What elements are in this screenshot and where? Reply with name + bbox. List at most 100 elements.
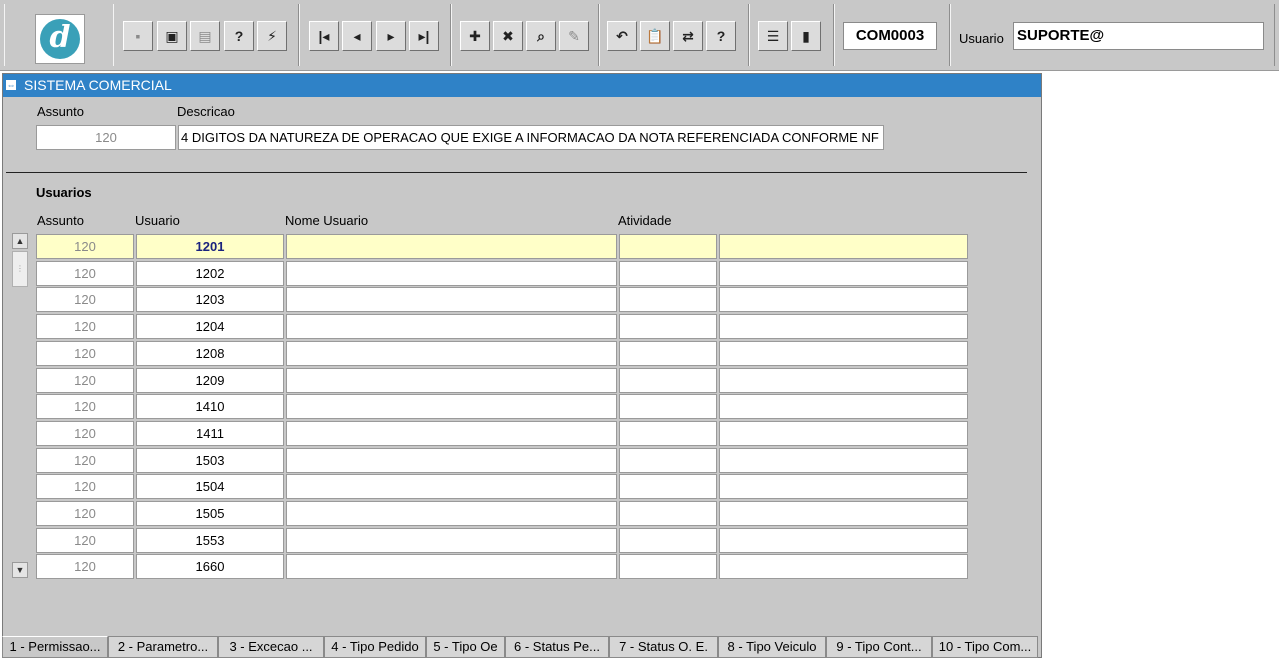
assunto-field[interactable]: 120 — [36, 125, 176, 150]
cell-nome-usuario[interactable] — [286, 367, 617, 393]
cell-atividade[interactable] — [619, 420, 717, 446]
user-field[interactable]: SUPORTE@ — [1013, 22, 1264, 50]
cell-usuario[interactable]: 1505 — [136, 501, 284, 526]
tab-10[interactable]: 10 - Tipo Com... — [932, 636, 1038, 658]
cell-usuario[interactable]: 1660 — [136, 554, 284, 580]
clipboard-button[interactable]: 📋 — [640, 21, 670, 51]
cell-assunto[interactable]: 120 — [36, 474, 134, 500]
cell-extra[interactable] — [719, 554, 968, 580]
cell-nome-usuario[interactable] — [286, 394, 617, 420]
cell-nome-usuario[interactable] — [286, 314, 617, 340]
cell-extra[interactable] — [719, 234, 968, 259]
undo-button[interactable]: ↶ — [607, 21, 637, 51]
cell-usuario[interactable]: 1203 — [136, 287, 284, 313]
window-button[interactable]: ▣ — [157, 21, 187, 51]
cell-extra[interactable] — [719, 287, 968, 313]
save-button[interactable]: ▪ — [123, 21, 153, 51]
tab-6[interactable]: 6 - Status Pe... — [505, 636, 609, 658]
help-button[interactable]: ? — [706, 21, 736, 51]
cell-usuario[interactable]: 1410 — [136, 394, 284, 420]
print-button[interactable]: ▤ — [190, 21, 220, 51]
cell-usuario[interactable]: 1204 — [136, 314, 284, 340]
window-menu-icon[interactable]: ⇔ — [6, 80, 16, 90]
cell-assunto[interactable]: 120 — [36, 420, 134, 446]
delete-record-button[interactable]: ✖ — [493, 21, 523, 51]
cell-extra[interactable] — [719, 447, 968, 473]
cell-extra[interactable] — [719, 474, 968, 500]
cell-assunto[interactable]: 120 — [36, 554, 134, 580]
cell-usuario[interactable]: 1201 — [136, 234, 284, 259]
cell-usuario[interactable]: 1202 — [136, 260, 284, 286]
cell-assunto[interactable]: 120 — [36, 340, 134, 366]
cell-usuario[interactable]: 1503 — [136, 447, 284, 473]
cell-assunto[interactable]: 120 — [36, 394, 134, 420]
cell-atividade[interactable] — [619, 554, 717, 580]
cell-atividade[interactable] — [619, 394, 717, 420]
scroll-thumb[interactable]: ⋮ — [12, 251, 28, 287]
cell-atividade[interactable] — [619, 447, 717, 473]
cell-assunto[interactable]: 120 — [36, 367, 134, 393]
cell-assunto[interactable]: 120 — [36, 234, 134, 259]
cell-assunto[interactable]: 120 — [36, 501, 134, 526]
cell-nome-usuario[interactable] — [286, 420, 617, 446]
tab-2[interactable]: 2 - Parametro... — [108, 636, 218, 658]
cell-usuario[interactable]: 1209 — [136, 367, 284, 393]
cell-assunto[interactable]: 120 — [36, 447, 134, 473]
first-record-button[interactable]: |◂ — [309, 21, 339, 51]
rows-scrollbar[interactable]: ▲ ⋮ ▼ — [12, 233, 28, 578]
cell-atividade[interactable] — [619, 314, 717, 340]
cell-extra[interactable] — [719, 340, 968, 366]
tab-4[interactable]: 4 - Tipo Pedido — [324, 636, 426, 658]
cell-usuario[interactable]: 1553 — [136, 527, 284, 553]
insert-record-button[interactable]: ✚ — [460, 21, 490, 51]
last-record-button[interactable]: ▸| — [409, 21, 439, 51]
cell-extra[interactable] — [719, 260, 968, 286]
next-record-button[interactable]: ▸ — [376, 21, 406, 51]
cell-usuario[interactable]: 1411 — [136, 420, 284, 446]
query-button[interactable]: ⌕ — [526, 21, 556, 51]
cell-atividade[interactable] — [619, 260, 717, 286]
exit-button[interactable]: ▮ — [791, 21, 821, 51]
cell-extra[interactable] — [719, 420, 968, 446]
tab-3[interactable]: 3 - Excecao ... — [218, 636, 324, 658]
cell-nome-usuario[interactable] — [286, 474, 617, 500]
tab-5[interactable]: 5 - Tipo Oe — [426, 636, 505, 658]
cell-extra[interactable] — [719, 527, 968, 553]
cell-extra[interactable] — [719, 394, 968, 420]
tab-9[interactable]: 9 - Tipo Cont... — [826, 636, 932, 658]
tab-7[interactable]: 7 - Status O. E. — [609, 636, 718, 658]
clear-button[interactable]: ✎ — [559, 21, 589, 51]
switch-button[interactable]: ⇄ — [673, 21, 703, 51]
cell-nome-usuario[interactable] — [286, 260, 617, 286]
cell-extra[interactable] — [719, 314, 968, 340]
cell-atividade[interactable] — [619, 287, 717, 313]
cell-assunto[interactable]: 120 — [36, 527, 134, 553]
tab-8[interactable]: 8 - Tipo Veiculo — [718, 636, 826, 658]
cell-usuario[interactable]: 1208 — [136, 340, 284, 366]
cell-atividade[interactable] — [619, 234, 717, 259]
scroll-up-icon[interactable]: ▲ — [12, 233, 28, 249]
cell-atividade[interactable] — [619, 340, 717, 366]
execute-query-button[interactable]: ⚡ — [257, 21, 287, 51]
cell-nome-usuario[interactable] — [286, 447, 617, 473]
cell-assunto[interactable]: 120 — [36, 260, 134, 286]
cell-assunto[interactable]: 120 — [36, 314, 134, 340]
menu-button[interactable]: ☰ — [758, 21, 788, 51]
descricao-field[interactable]: 4 DIGITOS DA NATUREZA DE OPERACAO QUE EX… — [178, 125, 884, 150]
tab-1[interactable]: 1 - Permissao... — [2, 636, 108, 658]
cell-atividade[interactable] — [619, 501, 717, 526]
cell-extra[interactable] — [719, 501, 968, 526]
cell-nome-usuario[interactable] — [286, 527, 617, 553]
cell-extra[interactable] — [719, 367, 968, 393]
cell-atividade[interactable] — [619, 527, 717, 553]
cell-nome-usuario[interactable] — [286, 340, 617, 366]
help-query-button[interactable]: ? — [224, 21, 254, 51]
cell-usuario[interactable]: 1504 — [136, 474, 284, 500]
cell-nome-usuario[interactable] — [286, 287, 617, 313]
cell-nome-usuario[interactable] — [286, 501, 617, 526]
cell-atividade[interactable] — [619, 367, 717, 393]
cell-atividade[interactable] — [619, 474, 717, 500]
scroll-down-icon[interactable]: ▼ — [12, 562, 28, 578]
cell-nome-usuario[interactable] — [286, 234, 617, 259]
previous-record-button[interactable]: ◂ — [342, 21, 372, 51]
